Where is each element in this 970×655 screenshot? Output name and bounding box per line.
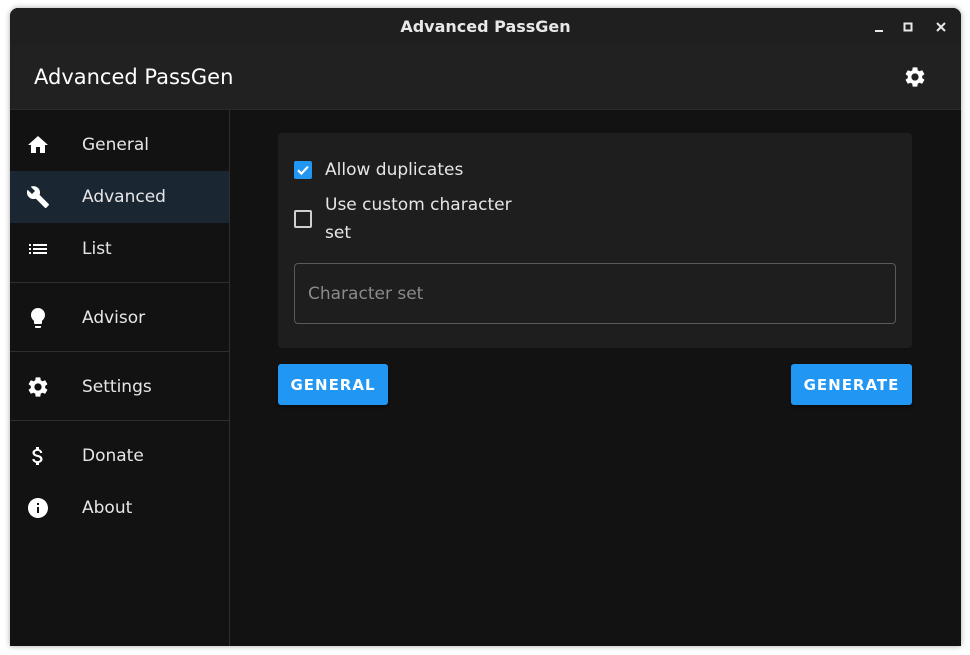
custom-charset-label-continued[interactable]: set bbox=[325, 219, 351, 247]
sidebar-item-donate[interactable]: Donate bbox=[10, 430, 229, 482]
info-icon bbox=[26, 496, 50, 520]
sidebar-item-general[interactable]: General bbox=[10, 119, 229, 171]
sidebar-item-label: List bbox=[82, 239, 112, 259]
character-set-field[interactable] bbox=[294, 263, 896, 324]
app-window: Advanced PassGen Advanced PassGen Genera… bbox=[10, 8, 961, 646]
custom-charset-label[interactable]: Use custom character bbox=[325, 191, 512, 219]
dollar-icon bbox=[26, 444, 50, 468]
check-icon bbox=[297, 165, 309, 176]
custom-charset-checkbox[interactable] bbox=[294, 210, 312, 228]
window-titlebar[interactable]: Advanced PassGen bbox=[10, 8, 961, 45]
gear-icon bbox=[26, 375, 50, 399]
sidebar-divider bbox=[10, 282, 229, 283]
allow-duplicates-label[interactable]: Allow duplicates bbox=[325, 156, 463, 184]
general-button[interactable]: GENERAL bbox=[278, 364, 388, 405]
sidebar-item-label: Settings bbox=[82, 377, 152, 397]
sidebar-item-label: Donate bbox=[82, 446, 144, 466]
sidebar-item-about[interactable]: About bbox=[10, 482, 229, 534]
sidebar-item-advisor[interactable]: Advisor bbox=[10, 292, 229, 344]
sidebar-divider bbox=[10, 420, 229, 421]
minimize-icon[interactable] bbox=[869, 17, 889, 37]
close-icon[interactable] bbox=[931, 17, 951, 37]
advanced-options-card: Allow duplicates Use custom character se… bbox=[278, 133, 912, 348]
home-icon bbox=[26, 133, 50, 157]
allow-duplicates-checkbox[interactable] bbox=[294, 161, 312, 179]
list-icon bbox=[26, 237, 50, 261]
window-title: Advanced PassGen bbox=[400, 17, 571, 36]
sidebar-item-settings[interactable]: Settings bbox=[10, 361, 229, 413]
app-bar: Advanced PassGen bbox=[10, 45, 961, 110]
generate-button[interactable]: GENERATE bbox=[791, 364, 912, 405]
sidebar-item-label: About bbox=[82, 498, 133, 518]
character-set-input[interactable] bbox=[295, 264, 895, 323]
sidebar-item-label: General bbox=[82, 135, 149, 155]
wrench-icon bbox=[26, 185, 50, 209]
sidebar-item-label: Advisor bbox=[82, 308, 146, 328]
lightbulb-icon bbox=[26, 306, 50, 330]
sidebar-item-list[interactable]: List bbox=[10, 223, 229, 275]
app-title: Advanced PassGen bbox=[34, 65, 234, 89]
maximize-icon[interactable] bbox=[898, 17, 918, 37]
sidebar-item-label: Advanced bbox=[82, 187, 166, 207]
gear-icon[interactable] bbox=[903, 65, 927, 89]
sidebar-item-advanced[interactable]: Advanced bbox=[10, 171, 229, 223]
sidebar: General Advanced List Advisor Settings D… bbox=[10, 110, 230, 646]
sidebar-divider bbox=[10, 351, 229, 352]
